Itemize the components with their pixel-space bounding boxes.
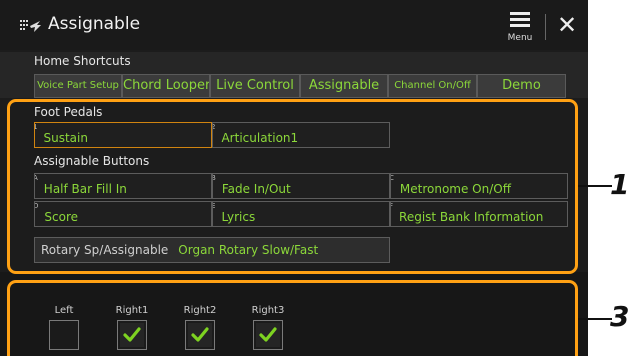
menu-label: Menu bbox=[507, 33, 533, 43]
title-separator bbox=[545, 14, 546, 40]
shortcut-voice-part-setup[interactable]: Voice Part Setup bbox=[34, 74, 122, 98]
menu-icon bbox=[510, 12, 530, 30]
shortcut-demo[interactable]: Demo bbox=[477, 74, 566, 98]
callout-1-line bbox=[578, 185, 612, 187]
close-button[interactable]: ✕ bbox=[554, 12, 580, 38]
shortcut-chord-looper[interactable]: Chord Looper bbox=[122, 74, 210, 98]
shortcut-live-control[interactable]: Live Control bbox=[210, 74, 300, 98]
close-icon: ✕ bbox=[556, 11, 578, 39]
shortcut-assignable[interactable]: Assignable bbox=[300, 74, 388, 98]
section-1-highlight bbox=[7, 99, 578, 274]
shortcut-channel-on-off[interactable]: Channel On/Off bbox=[388, 74, 477, 98]
section-3-highlight bbox=[7, 280, 578, 356]
assignable-icon bbox=[20, 20, 41, 32]
callout-3-line bbox=[578, 318, 612, 320]
callout-1-number: 1 bbox=[610, 168, 630, 201]
home-shortcuts-label: Home Shortcuts bbox=[34, 54, 131, 68]
callout-3-number: 3 bbox=[610, 300, 630, 333]
window-title: Assignable bbox=[48, 14, 141, 34]
home-shortcuts-panel: Home Shortcuts Voice Part Setup Chord Lo… bbox=[0, 52, 588, 98]
title-bar: Assignable Menu ✕ bbox=[0, 0, 588, 50]
menu-button[interactable]: Menu bbox=[500, 10, 540, 46]
